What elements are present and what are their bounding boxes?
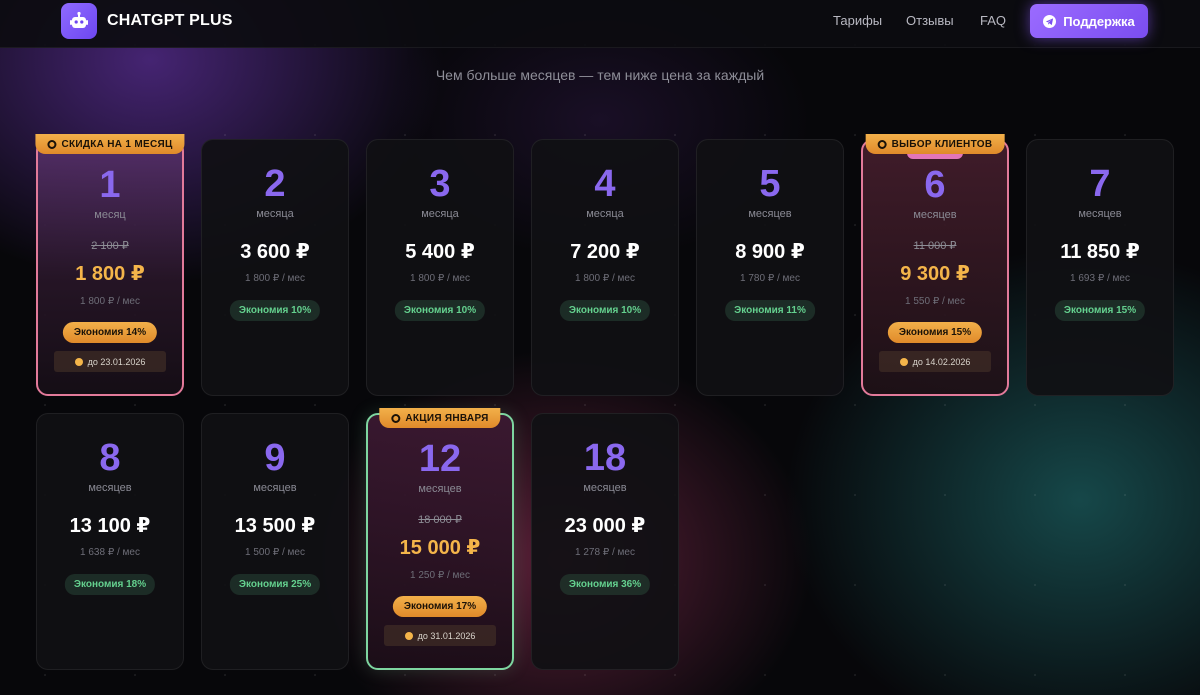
plan-months: 9 bbox=[264, 437, 286, 479]
plan-savings-badge: Экономия 17% bbox=[392, 596, 488, 617]
badge-icon bbox=[391, 413, 401, 423]
plan-savings-badge: Экономия 10% bbox=[229, 300, 321, 321]
plan-unit: месяца bbox=[421, 208, 459, 220]
deadline-label: до 31.01.2026 bbox=[417, 630, 476, 641]
plan-unit: месяца bbox=[256, 208, 294, 220]
plan-savings-badge: Экономия 15% bbox=[1054, 300, 1146, 321]
plan-card-12[interactable]: АКЦИЯ ЯНВАРЯ 12 месяцев 18 000 ₽ 15 000 … bbox=[366, 408, 514, 670]
plan-ribbon: АКЦИЯ ЯНВАРЯ bbox=[379, 408, 501, 428]
plan-per-month: 1 800 ₽ / мес bbox=[575, 273, 635, 284]
plan-months: 2 bbox=[264, 163, 286, 205]
plan-months: 1 bbox=[99, 164, 121, 206]
robot-logo-icon[interactable] bbox=[61, 3, 97, 39]
plan-price: 23 000 ₽ bbox=[564, 515, 646, 537]
plan-savings-badge: Экономия 11% bbox=[725, 300, 815, 321]
plan-unit: месяцев bbox=[913, 209, 957, 221]
plan-card-4[interactable]: 4 месяца 7 200 ₽ 1 800 ₽ / мес Экономия … bbox=[531, 139, 679, 396]
plan-price: 1 800 ₽ bbox=[75, 263, 145, 285]
plan-card-3[interactable]: 3 месяца 5 400 ₽ 1 800 ₽ / мес Экономия … bbox=[366, 139, 514, 396]
support-button[interactable]: Поддержка bbox=[1030, 4, 1148, 38]
plan-per-month: 1 250 ₽ / мес bbox=[410, 570, 470, 581]
ribbon-label: АКЦИЯ ЯНВАРЯ bbox=[405, 412, 489, 424]
plan-per-month: 1 780 ₽ / мес bbox=[740, 273, 800, 284]
plan-card-8[interactable]: 8 месяцев 13 100 ₽ 1 638 ₽ / мес Экономи… bbox=[36, 413, 184, 670]
plan-savings-badge: Экономия 25% bbox=[229, 574, 321, 595]
plan-card-1[interactable]: СКИДКА НА 1 МЕСЯЦ 1 месяц 2 100 ₽ 1 800 … bbox=[35, 134, 185, 396]
plan-card-6[interactable]: ВЫБОР КЛИЕНТОВ 6 месяцев 11 000 ₽ 9 300 … bbox=[861, 134, 1009, 396]
plan-unit: месяцев bbox=[253, 482, 297, 494]
deadline-label: до 23.01.2026 bbox=[87, 356, 146, 367]
plan-savings-badge: Экономия 14% bbox=[62, 322, 158, 343]
plan-deadline: до 23.01.2026 bbox=[54, 351, 166, 372]
plan-deadline: до 31.01.2026 bbox=[384, 625, 496, 646]
telegram-icon bbox=[1043, 14, 1057, 28]
plan-price: 7 200 ₽ bbox=[570, 241, 640, 263]
plan-price: 15 000 ₽ bbox=[399, 537, 481, 559]
badge-icon bbox=[877, 139, 887, 149]
plan-card-2[interactable]: 2 месяца 3 600 ₽ 1 800 ₽ / мес Экономия … bbox=[201, 139, 349, 396]
pricing-subtitle: Чем больше месяцев — тем ниже цена за ка… bbox=[435, 67, 765, 83]
plan-unit: месяцев bbox=[1078, 208, 1122, 220]
plan-per-month: 1 550 ₽ / мес bbox=[905, 296, 965, 307]
plan-unit: месяцев bbox=[748, 208, 792, 220]
clock-icon bbox=[404, 631, 413, 640]
ribbon-label: СКИДКА НА 1 МЕСЯЦ bbox=[61, 138, 173, 150]
plan-deadline: до 14.02.2026 bbox=[879, 351, 991, 372]
plan-price: 9 300 ₽ bbox=[900, 263, 970, 285]
plan-months: 12 bbox=[418, 438, 462, 480]
plan-per-month: 1 800 ₽ / мес bbox=[410, 273, 470, 284]
plan-months: 18 bbox=[583, 437, 627, 479]
plan-price: 8 900 ₽ bbox=[735, 241, 805, 263]
clock-icon bbox=[74, 357, 83, 366]
plan-months: 3 bbox=[429, 163, 451, 205]
plan-old-price: 11 000 ₽ bbox=[913, 240, 957, 252]
plan-price: 5 400 ₽ bbox=[405, 241, 475, 263]
plan-card-9[interactable]: 9 месяцев 13 500 ₽ 1 500 ₽ / мес Экономи… bbox=[201, 413, 349, 670]
plan-per-month: 1 800 ₽ / мес bbox=[245, 273, 305, 284]
plan-months: 8 bbox=[99, 437, 121, 479]
plan-months: 7 bbox=[1089, 163, 1111, 205]
plan-card-7[interactable]: 7 месяцев 11 850 ₽ 1 693 ₽ / мес Экономи… bbox=[1026, 139, 1174, 396]
deadline-label: до 14.02.2026 bbox=[912, 356, 971, 367]
plan-unit: месяцев bbox=[88, 482, 132, 494]
plan-price: 3 600 ₽ bbox=[240, 241, 310, 263]
nav-link-tariffs[interactable]: Тарифы bbox=[833, 13, 882, 28]
plan-price: 11 850 ₽ bbox=[1060, 241, 1140, 263]
plan-months: 4 bbox=[594, 163, 616, 205]
top-navbar: CHATGPT PLUS Тарифы Отзывы FAQ Поддержка bbox=[0, 0, 1200, 48]
support-button-label: Поддержка bbox=[1063, 13, 1135, 29]
plan-per-month: 1 693 ₽ / мес bbox=[1070, 273, 1130, 284]
nav-link-reviews[interactable]: Отзывы bbox=[906, 13, 954, 28]
plan-per-month: 1 500 ₽ / мес bbox=[245, 547, 305, 558]
plan-per-month: 1 278 ₽ / мес bbox=[575, 547, 635, 558]
ribbon-label: ВЫБОР КЛИЕНТОВ bbox=[891, 138, 993, 150]
brand-name[interactable]: CHATGPT PLUS bbox=[107, 12, 233, 30]
plan-savings-badge: Экономия 10% bbox=[559, 300, 651, 321]
nav-link-faq[interactable]: FAQ bbox=[980, 13, 1006, 28]
plan-months: 5 bbox=[759, 163, 781, 205]
plan-savings-badge: Экономия 15% bbox=[887, 322, 983, 343]
plan-unit: месяц bbox=[94, 209, 126, 221]
clock-icon bbox=[899, 357, 908, 366]
plan-savings-badge: Экономия 18% bbox=[64, 574, 156, 595]
plan-per-month: 1 800 ₽ / мес bbox=[80, 296, 140, 307]
plan-per-month: 1 638 ₽ / мес bbox=[80, 547, 140, 558]
plan-months: 6 bbox=[924, 164, 946, 206]
plan-old-price: 18 000 ₽ bbox=[418, 514, 462, 526]
plan-unit: месяцев bbox=[583, 482, 627, 494]
plan-price: 13 500 ₽ bbox=[234, 515, 316, 537]
plan-ribbon: ВЫБОР КЛИЕНТОВ bbox=[865, 134, 1005, 154]
plan-old-price: 2 100 ₽ bbox=[91, 240, 129, 252]
plan-savings-badge: Экономия 36% bbox=[559, 574, 651, 595]
plan-card-5[interactable]: 5 месяцев 8 900 ₽ 1 780 ₽ / мес Экономия… bbox=[696, 139, 844, 396]
badge-icon bbox=[47, 139, 57, 149]
plan-unit: месяцев bbox=[418, 483, 462, 495]
plan-ribbon: СКИДКА НА 1 МЕСЯЦ bbox=[35, 134, 185, 154]
plan-price: 13 100 ₽ bbox=[69, 515, 151, 537]
plan-unit: месяца bbox=[586, 208, 624, 220]
plan-card-18[interactable]: 18 месяцев 23 000 ₽ 1 278 ₽ / мес Эконом… bbox=[531, 413, 679, 670]
plan-savings-badge: Экономия 10% bbox=[394, 300, 486, 321]
